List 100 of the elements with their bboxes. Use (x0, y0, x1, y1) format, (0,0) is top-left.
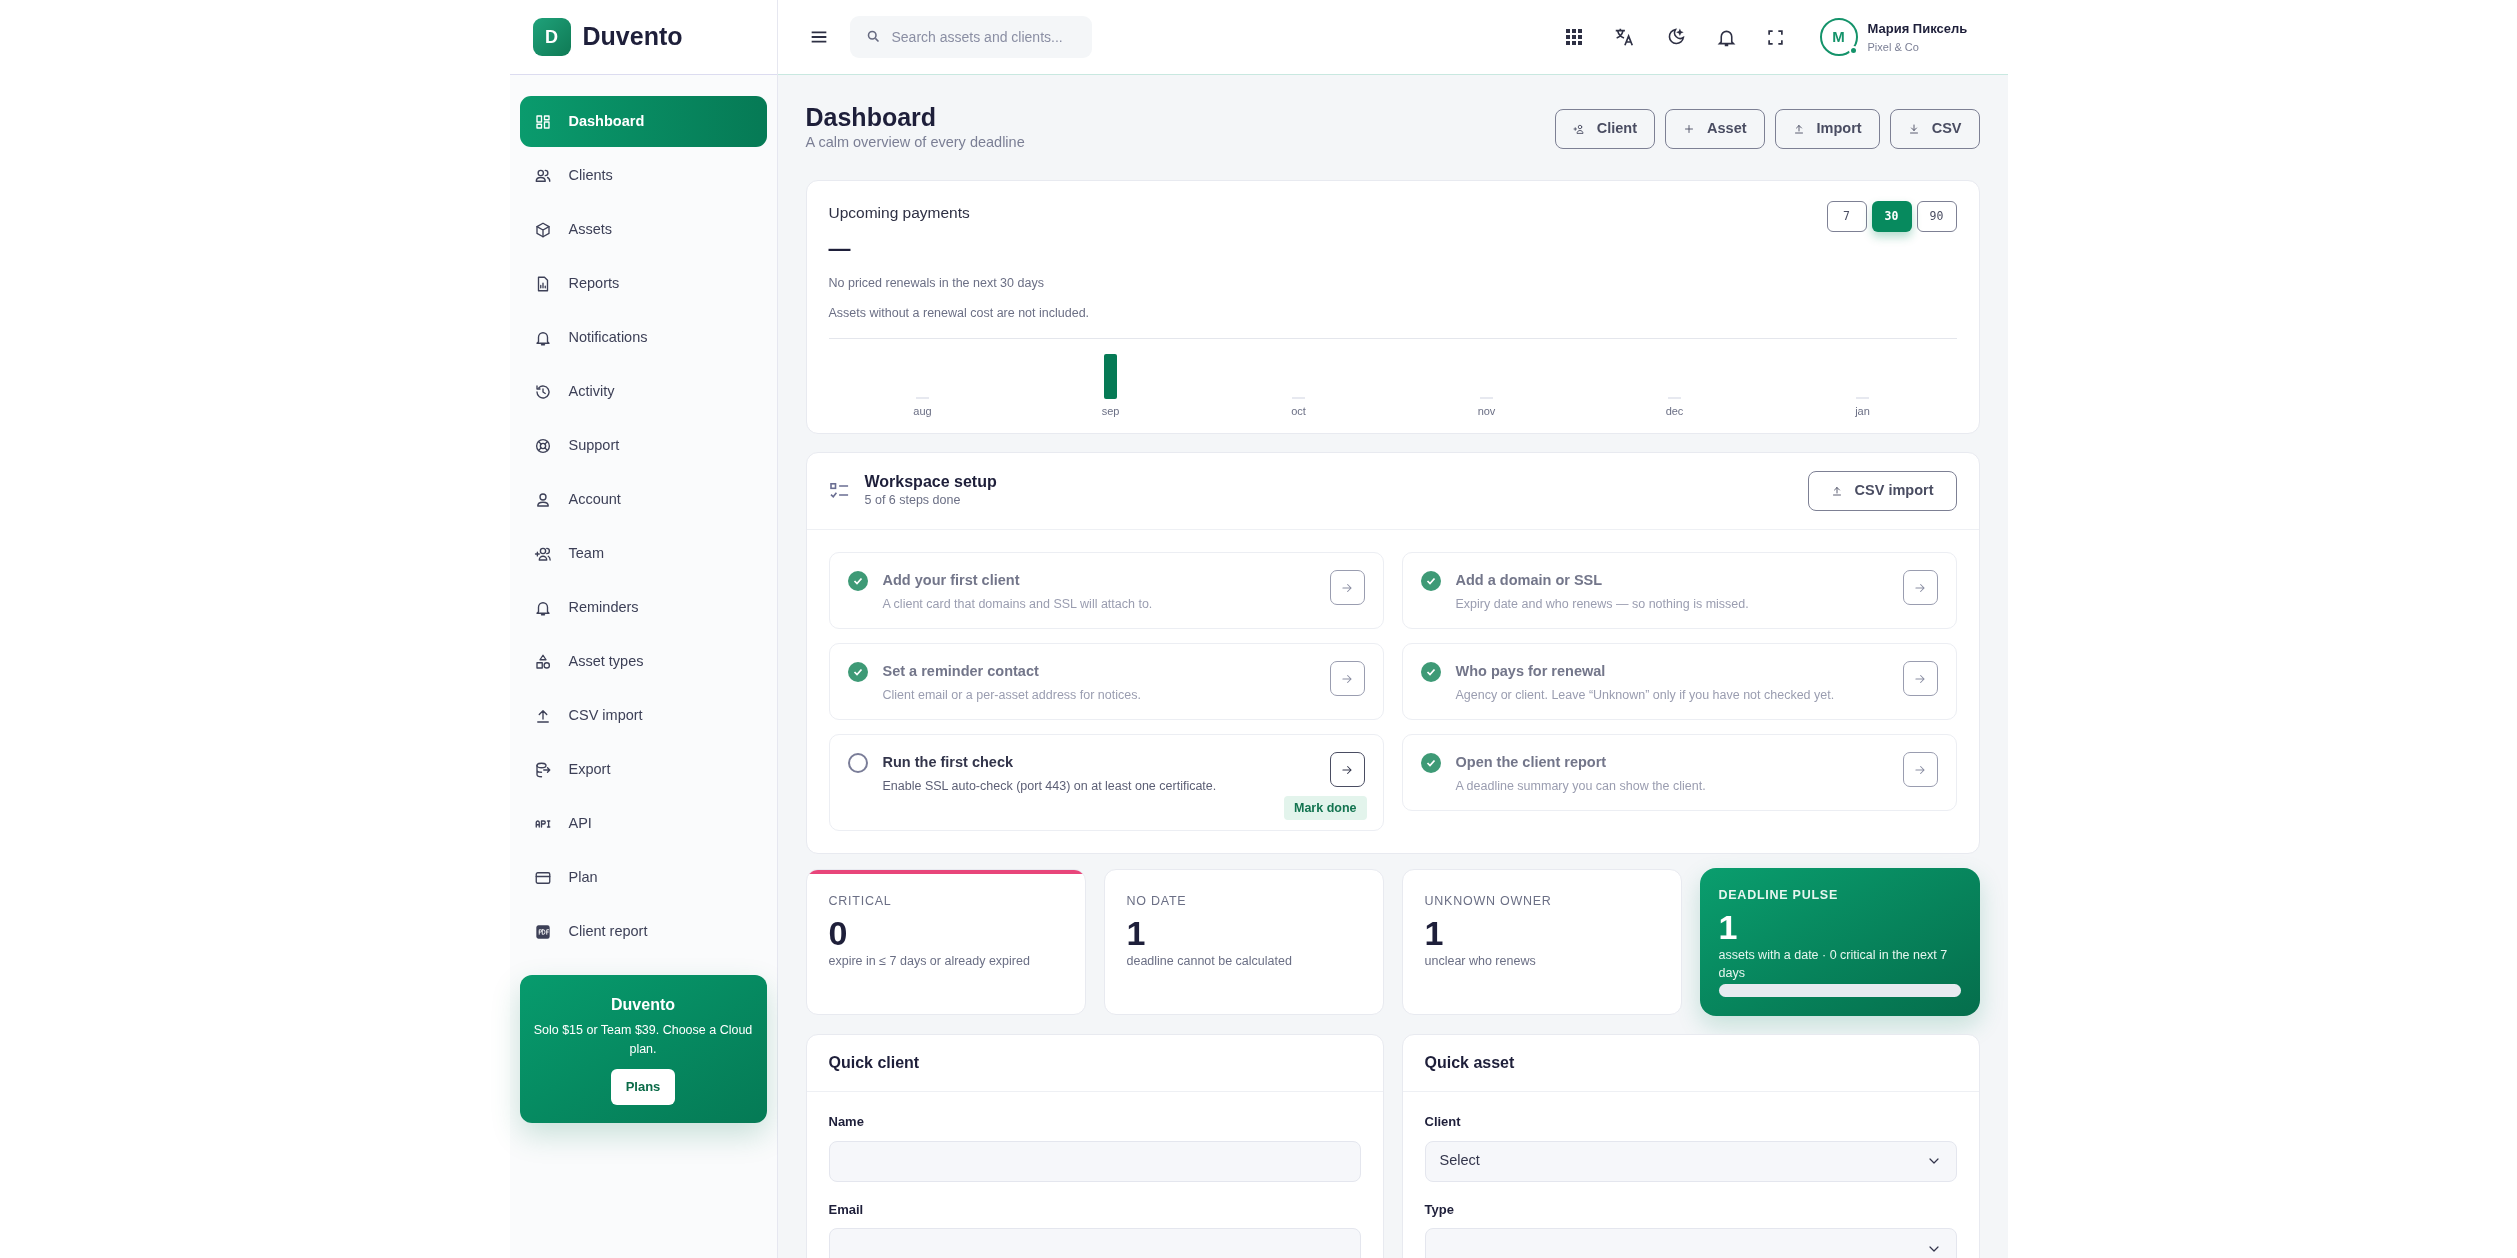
select-field[interactable]: Select (1424, 1140, 1957, 1182)
month-label: sep (1101, 403, 1120, 419)
total-amount: — (828, 237, 852, 260)
month-label: jan (1855, 403, 1870, 419)
stat-label: UNKNOWN OWNER (1424, 893, 1553, 911)
card-title: Quick client (828, 1053, 920, 1074)
stat-value: 0 (828, 914, 849, 952)
step-title: Open the client report (1455, 753, 1608, 773)
nav-item[interactable]: Export (519, 744, 767, 795)
action-button[interactable]: Import (1774, 109, 1880, 149)
setup-subtitle: 5 of 6 steps done (864, 492, 962, 510)
stat-value: 1 (1718, 908, 1739, 946)
stat-description: deadline cannot be calculated (1126, 953, 1293, 970)
step-description: A client card that domains and SSL will attach to. (882, 596, 1154, 613)
database-export-icon (533, 760, 552, 779)
stat-value: 1 (1424, 914, 1445, 952)
brand-name: Duvento (582, 21, 683, 53)
mark-done-button[interactable]: Mark done (1284, 795, 1367, 821)
step-description: Agency or client. Leave “Unknown” only if you have not checked yet. (1455, 687, 1836, 704)
nav-item[interactable]: Asset types (519, 636, 767, 687)
step-title: Run the first check (882, 753, 1015, 773)
payments-hint: Assets without a renewal cost are not included. (828, 304, 1091, 322)
month-label: oct (1291, 403, 1306, 419)
field-label: Client (1424, 1113, 1462, 1132)
step-title: Add a domain or SSL (1455, 571, 1604, 591)
history-icon (533, 382, 552, 401)
lifebuoy-icon (533, 436, 552, 455)
open-step-button[interactable] (1329, 752, 1365, 788)
user-organization: Pixel & Co (1867, 39, 1920, 55)
month-label: aug (913, 403, 932, 419)
download-icon (1907, 123, 1920, 135)
nav-item[interactable]: CSV import (519, 690, 767, 741)
nav-item[interactable]: Activity (519, 366, 767, 417)
step-description: Enable SSL auto-check (port 443) on at least one certificate. (882, 778, 1218, 795)
nav-item[interactable]: Reports (519, 258, 767, 309)
stat-value: 1 (1126, 914, 1147, 952)
month-label: nov (1477, 403, 1496, 419)
nav-item[interactable]: Dashboard (519, 96, 767, 147)
nav-item[interactable]: Clients (519, 150, 767, 201)
nav-item[interactable]: Assets (519, 204, 767, 255)
page-subtitle: A calm overview of every deadline (805, 133, 1025, 152)
fullscreen-icon[interactable] (1766, 28, 1784, 46)
field-label: Email (828, 1200, 865, 1219)
field-label: Type (1424, 1200, 1455, 1219)
stat-description: unclear who renews (1424, 953, 1537, 970)
upload-icon (1830, 485, 1843, 498)
promo-text: Solo $15 or Team $39. Choose a Cloud plan. (533, 1022, 753, 1058)
field-label: Name (828, 1113, 865, 1132)
range-button[interactable]: 7 (1826, 200, 1867, 232)
step-description: A deadline summary you can show the client. (1455, 778, 1707, 795)
logo-mark: D (532, 18, 571, 56)
nav-item[interactable]: Team (519, 528, 767, 579)
stat-label: NO DATE (1126, 893, 1188, 911)
action-button[interactable]: Client (1554, 109, 1656, 149)
step-title: Add your first client (882, 571, 1021, 591)
action-button[interactable]: Asset (1665, 109, 1765, 149)
step-description: Expiry date and who renews — so nothing is missed. (1455, 596, 1750, 613)
nav-item[interactable]: Account (519, 474, 767, 525)
nav-item[interactable]: Client report (519, 906, 767, 957)
dashboard-icon (533, 112, 552, 131)
action-button[interactable]: CSV (1889, 109, 1980, 149)
step-description: Client email or a per-asset address for notices. (882, 687, 1142, 704)
nav-item[interactable]: API (519, 798, 767, 849)
setup-title: Workspace setup (864, 472, 997, 492)
upload-icon (1792, 123, 1805, 135)
nav-item[interactable]: Reminders (519, 582, 767, 633)
user-name: Мария Пиксель (1867, 20, 1969, 38)
promo-title: Duvento (611, 995, 675, 1015)
apps-grid-icon[interactable] (1564, 28, 1583, 46)
stat-label: CRITICAL (828, 893, 893, 911)
month-label: dec (1665, 403, 1684, 419)
step-title: Who pays for renewal (1455, 662, 1607, 682)
step-title: Set a reminder contact (882, 662, 1040, 682)
search-icon (865, 29, 881, 44)
shapes-icon (533, 652, 552, 671)
page-title: Dashboard (805, 102, 938, 132)
select-field[interactable] (1424, 1228, 1957, 1258)
stat-description: assets with a date · 0 critical in the next 7 days (1718, 947, 1949, 982)
range-button[interactable]: 30 (1871, 200, 1912, 232)
add-user-icon (1572, 123, 1585, 135)
text-input[interactable] (828, 1140, 1361, 1182)
cube-icon (533, 220, 552, 239)
card-title: Upcoming payments (828, 202, 970, 223)
nav-item[interactable]: Plan (519, 852, 767, 903)
search-field[interactable]: Search assets and clients... (849, 16, 1092, 58)
nav-item[interactable]: Notifications (519, 312, 767, 363)
nav-item[interactable]: Support (519, 420, 767, 471)
stat-description: expire in ≤ 7 days or already expired (828, 953, 1031, 970)
plus-icon (1683, 123, 1696, 135)
checklist-icon (828, 482, 851, 501)
payments-note: No priced renewals in the next 30 days (828, 274, 1045, 292)
pdf-file-icon (533, 922, 552, 941)
user-avatar[interactable]: M (1819, 18, 1858, 56)
text-input[interactable] (828, 1228, 1361, 1258)
stat-label: DEADLINE PULSE (1718, 887, 1840, 905)
chart-bar (1104, 353, 1117, 399)
plans-button[interactable]: Plans (610, 1069, 676, 1105)
csv-import-button[interactable]: CSV import (1807, 471, 1957, 512)
card-title: Quick asset (1424, 1053, 1515, 1074)
range-button[interactable]: 90 (1916, 200, 1957, 232)
